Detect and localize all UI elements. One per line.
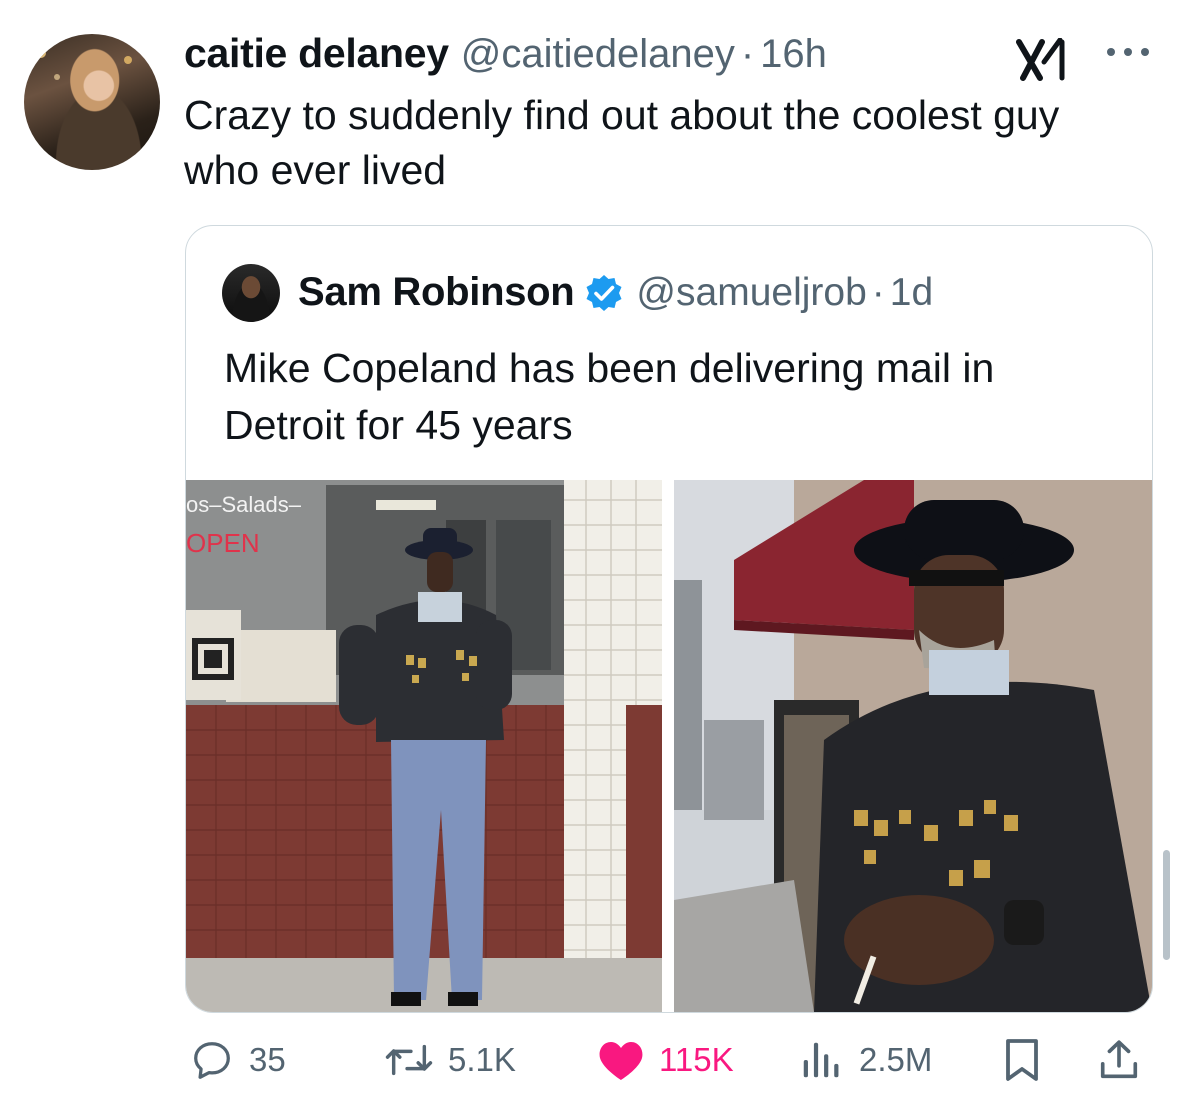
views-count: 2.5M [859,1041,933,1078]
bookmark-button[interactable] [1000,1030,1058,1090]
reply-button[interactable]: 35 [189,1030,286,1090]
post-header: caitie delaney @caitiedelaney · 16h [184,30,827,80]
separator-dot: · [740,32,755,76]
post-actions-bar: 35 5.1K 115K 2.5M [0,1030,1179,1100]
photo-sign-text: os–Salads– [186,492,302,517]
quoted-post-card[interactable]: Sam Robinson @samueljrob · 1d Mike Copel… [185,225,1153,1013]
author-avatar[interactable] [24,34,160,170]
like-count: 115K [659,1041,734,1078]
views-chart-icon [803,1042,839,1078]
mail-carrier-photo-right[interactable] [674,480,1152,1012]
quoted-author-handle[interactable]: @samueljrob [636,271,866,315]
verified-badge-icon [586,274,622,311]
repost-count: 5.1K [448,1041,516,1078]
heart-icon [599,1042,643,1080]
separator-dot: · [871,270,885,314]
mail-carrier-photo-left[interactable]: os–Salads– OPEN [186,480,662,1012]
quoted-post-header: Sam Robinson @samueljrob · 1d [298,270,933,315]
views-button[interactable]: 2.5M [797,1030,932,1090]
repost-icon [385,1044,433,1076]
share-icon [1100,1040,1138,1079]
repost-button[interactable]: 5.1K [384,1030,516,1090]
scrollbar-thumb[interactable] [1163,850,1170,960]
more-options-icon[interactable] [1103,44,1153,60]
photo-open-sign: OPEN [186,528,260,558]
quoted-author-name[interactable]: Sam Robinson [298,270,575,315]
author-name[interactable]: caitie delaney [184,30,449,77]
grok-icon[interactable] [1016,38,1068,82]
bookmark-icon [1006,1039,1038,1081]
quoted-post-time[interactable]: 1d [890,271,933,315]
post-time[interactable]: 16h [760,32,827,77]
share-button[interactable] [1096,1030,1156,1090]
reply-count: 35 [249,1041,286,1078]
author-handle[interactable]: @caitiedelaney [461,32,735,77]
quoted-post-text: Mike Copeland has been delivering mail i… [224,345,995,448]
quoted-author-avatar[interactable] [222,264,280,322]
reply-icon [194,1042,230,1079]
post-text: Crazy to suddenly find out about the coo… [184,92,1060,193]
like-button[interactable]: 115K [597,1030,734,1090]
